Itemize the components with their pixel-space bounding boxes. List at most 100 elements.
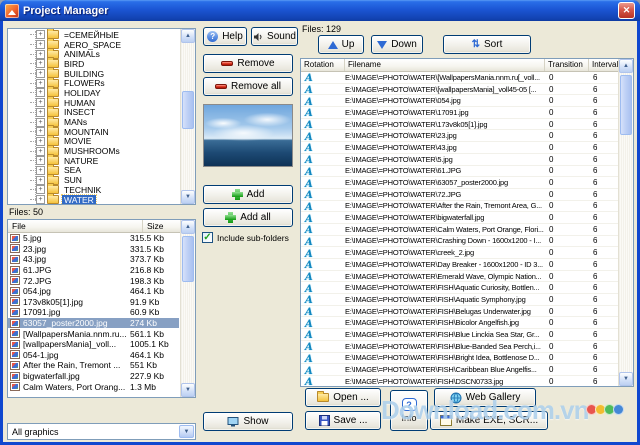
column-transition[interactable]: Transition: [545, 59, 589, 71]
tree-item-folder[interactable]: +SUN: [8, 175, 179, 185]
tree-item-folder[interactable]: +MANs: [8, 117, 179, 127]
help-button[interactable]: ? Help: [203, 27, 247, 46]
show-button[interactable]: Show: [203, 412, 293, 431]
add-button[interactable]: Add: [203, 185, 293, 204]
playlist-row[interactable]: AE:\IMAGE\=PHOTO\WATER\FISH\Blue-Banded …: [301, 341, 618, 353]
file-list-row[interactable]: 054-1.jpg464.1 Kb: [8, 350, 179, 361]
save-button[interactable]: Save ...: [305, 411, 381, 430]
file-list-row[interactable]: After the Rain, Tremont ...551 Kb: [8, 360, 179, 371]
scroll-thumb[interactable]: [620, 75, 632, 135]
tree-item-folder[interactable]: +BUILDING: [8, 69, 179, 79]
expand-plus-icon[interactable]: +: [36, 147, 45, 156]
playlist-row[interactable]: AE:\IMAGE\=PHOTO\WATER\Day Breaker - 160…: [301, 259, 618, 271]
file-list-row[interactable]: 173v8k05[1].jpg91.9 Kb: [8, 297, 179, 308]
file-list-scrollbar[interactable]: ▲ ▼: [180, 220, 195, 397]
tree-item-folder[interactable]: +WATER: [8, 195, 179, 205]
scroll-up-icon[interactable]: ▲: [619, 59, 633, 73]
expand-plus-icon[interactable]: +: [36, 156, 45, 165]
scroll-up-icon[interactable]: ▲: [181, 220, 195, 234]
tree-item-folder[interactable]: +ANIMALs: [8, 49, 179, 59]
file-list-row[interactable]: 63057_poster2000.jpg274 Kb: [8, 318, 179, 329]
info-button[interactable]: ? Info: [390, 390, 428, 431]
expand-plus-icon[interactable]: +: [36, 59, 45, 68]
file-list-row[interactable]: 72.JPG198.3 Kb: [8, 275, 179, 286]
tree-item-folder[interactable]: +FLOWERs: [8, 78, 179, 88]
playlist-row[interactable]: AE:\IMAGE\=PHOTO\WATER\[wallpapersMania]…: [301, 84, 618, 96]
tree-item-folder[interactable]: +HUMAN: [8, 98, 179, 108]
dropdown-arrow-icon[interactable]: ▼: [179, 425, 194, 438]
expand-plus-icon[interactable]: +: [36, 127, 45, 136]
make-exe-button[interactable]: Make EXE, SCR...: [430, 411, 548, 430]
file-list-row[interactable]: 054.jpg464.1 Kb: [8, 286, 179, 297]
file-list-row[interactable]: 23.jpg331.5 Kb: [8, 244, 179, 255]
playlist-row[interactable]: AE:\IMAGE\=PHOTO\WATER\72.JPG06: [301, 189, 618, 201]
expand-plus-icon[interactable]: +: [36, 176, 45, 185]
expand-plus-icon[interactable]: +: [36, 79, 45, 88]
scroll-thumb[interactable]: [182, 236, 194, 282]
web-gallery-button[interactable]: Web Gallery: [434, 388, 536, 407]
playlist-row[interactable]: AE:\IMAGE\=PHOTO\WATER\FISH\DSCN0733.jpg…: [301, 376, 618, 387]
expand-plus-icon[interactable]: +: [36, 98, 45, 107]
playlist-row[interactable]: AE:\IMAGE\=PHOTO\WATER\[WallpapersMania.…: [301, 72, 618, 84]
expand-plus-icon[interactable]: +: [36, 137, 45, 146]
tree-item-folder[interactable]: +=СЕМЕЙНЫЕ: [8, 30, 179, 40]
scroll-up-icon[interactable]: ▲: [181, 29, 195, 43]
close-icon[interactable]: ✕: [618, 2, 635, 19]
playlist-row[interactable]: AE:\IMAGE\=PHOTO\WATER\FISH\Caribbean Bl…: [301, 364, 618, 376]
file-list-row[interactable]: [wallpapersMania]_voll...1005.1 Kb: [8, 339, 179, 350]
playlist-row[interactable]: AE:\IMAGE\=PHOTO\WATER\FISH\Aquatic Curi…: [301, 282, 618, 294]
titlebar[interactable]: Project Manager ✕: [0, 0, 640, 21]
file-list-row[interactable]: 17091.jpg60.9 Kb: [8, 307, 179, 318]
move-up-button[interactable]: Up: [318, 35, 364, 54]
scroll-down-icon[interactable]: ▼: [181, 190, 195, 204]
file-list-row[interactable]: bigwaterfall.jpg227.9 Kb: [8, 371, 179, 382]
expand-plus-icon[interactable]: +: [36, 50, 45, 59]
tree-item-folder[interactable]: +MOUNTAIN: [8, 127, 179, 137]
tree-item-folder[interactable]: +MOVIE: [8, 137, 179, 147]
scroll-down-icon[interactable]: ▼: [619, 372, 633, 386]
playlist-row[interactable]: AE:\IMAGE\=PHOTO\WATER\Calm Waters, Port…: [301, 224, 618, 236]
tree-item-folder[interactable]: +SEA: [8, 166, 179, 176]
expand-plus-icon[interactable]: +: [36, 88, 45, 97]
scroll-down-icon[interactable]: ▼: [181, 383, 195, 397]
column-filename[interactable]: Filename: [345, 59, 545, 71]
tree-item-folder[interactable]: +BIRD: [8, 59, 179, 69]
remove-button[interactable]: Remove: [203, 54, 293, 73]
remove-all-button[interactable]: Remove all: [203, 77, 293, 96]
sort-button[interactable]: ⇅ Sort: [443, 35, 531, 54]
playlist-row[interactable]: AE:\IMAGE\=PHOTO\WATER\bigwaterfall.jpg0…: [301, 212, 618, 224]
expand-plus-icon[interactable]: +: [36, 195, 45, 204]
expand-plus-icon[interactable]: +: [36, 108, 45, 117]
tree-item-folder[interactable]: +INSECT: [8, 108, 179, 118]
checkbox-icon[interactable]: ✓: [202, 232, 213, 243]
playlist-row[interactable]: AE:\IMAGE\=PHOTO\WATER\FISH\Bright Idea,…: [301, 353, 618, 365]
file-list-row[interactable]: [WallpapersMania.nnm.ru...561.1 Kb: [8, 328, 179, 339]
playlist-row[interactable]: AE:\IMAGE\=PHOTO\WATER\creek_2.jpg06: [301, 247, 618, 259]
playlist-row[interactable]: AE:\IMAGE\=PHOTO\WATER\Emerald Wave, Oly…: [301, 271, 618, 283]
expand-plus-icon[interactable]: +: [36, 166, 45, 175]
file-list-row[interactable]: 5.jpg315.5 Kb: [8, 233, 179, 244]
tree-item-folder[interactable]: +HOLIDAY: [8, 88, 179, 98]
expand-plus-icon[interactable]: +: [36, 69, 45, 78]
expand-plus-icon[interactable]: +: [36, 185, 45, 194]
playlist-row[interactable]: AE:\IMAGE\=PHOTO\WATER\5.jpg06: [301, 154, 618, 166]
playlist-row[interactable]: AE:\IMAGE\=PHOTO\WATER\23.jpg06: [301, 130, 618, 142]
playlist-row[interactable]: AE:\IMAGE\=PHOTO\WATER\FISH\Bicolor Ange…: [301, 317, 618, 329]
playlist-row[interactable]: AE:\IMAGE\=PHOTO\WATER\FISH\Aquatic Symp…: [301, 294, 618, 306]
file-list-row[interactable]: 61.JPG216.8 Kb: [8, 265, 179, 276]
expand-plus-icon[interactable]: +: [36, 30, 45, 39]
column-file[interactable]: File: [8, 220, 143, 232]
playlist-row[interactable]: AE:\IMAGE\=PHOTO\WATER\63057_poster2000.…: [301, 177, 618, 189]
tree-scrollbar[interactable]: ▲ ▼: [180, 29, 195, 204]
playlist-row[interactable]: AE:\IMAGE\=PHOTO\WATER\054.jpg06: [301, 95, 618, 107]
playlist-row[interactable]: AE:\IMAGE\=PHOTO\WATER\43.jpg06: [301, 142, 618, 154]
tree-item-folder[interactable]: +MUSHROOMs: [8, 146, 179, 156]
file-list-row[interactable]: 43.jpg373.7 Kb: [8, 254, 179, 265]
file-type-filter[interactable]: All graphics ▼: [7, 423, 196, 440]
playlist-row[interactable]: AE:\IMAGE\=PHOTO\WATER\FISH\Belugas Unde…: [301, 306, 618, 318]
expand-plus-icon[interactable]: +: [36, 118, 45, 127]
tree-item-folder[interactable]: +TECHNIK: [8, 185, 179, 195]
playlist-row[interactable]: AE:\IMAGE\=PHOTO\WATER\FISH\Blue Linckia…: [301, 329, 618, 341]
playlist-row[interactable]: AE:\IMAGE\=PHOTO\WATER\173v8k05[1].jpg06: [301, 119, 618, 131]
tree-item-folder[interactable]: +AERO_SPACE: [8, 40, 179, 50]
